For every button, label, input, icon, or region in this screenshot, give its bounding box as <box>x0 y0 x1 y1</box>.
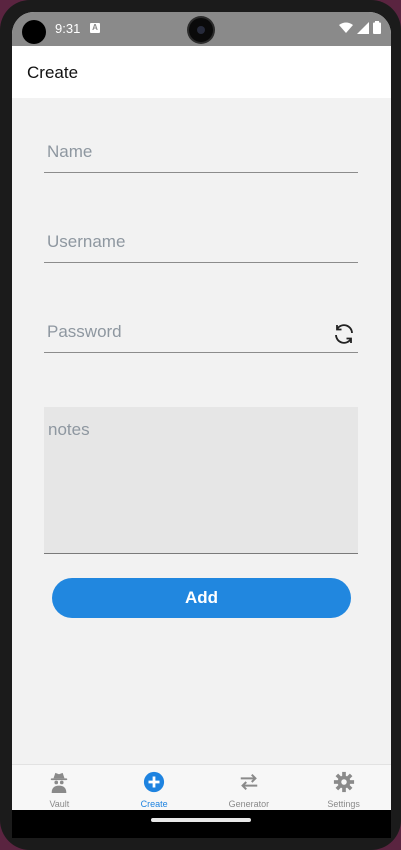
status-dot <box>22 20 46 44</box>
swap-arrows-icon <box>240 773 258 791</box>
notes-container <box>44 407 358 554</box>
tab-settings[interactable]: Settings <box>296 765 391 811</box>
gear-icon <box>333 771 354 793</box>
tab-vault[interactable]: Vault <box>12 765 107 811</box>
tab-label: Create <box>140 799 168 809</box>
bottom-tab-bar: Vault Create Generator Settings <box>12 764 391 811</box>
tab-label: Settings <box>327 799 360 809</box>
plus-circle-icon <box>144 771 165 793</box>
username-input[interactable] <box>44 222 358 262</box>
status-bar: 9:31 A <box>12 12 391 46</box>
screen: 9:31 A Create Name Username Password not… <box>12 12 391 838</box>
device-frame: 9:31 A Create Name Username Password not… <box>0 0 401 850</box>
front-camera <box>189 18 213 42</box>
spy-icon <box>51 772 68 793</box>
app-bar: Create <box>12 46 391 98</box>
tab-create[interactable]: Create <box>107 765 202 811</box>
wifi-icon <box>339 22 353 33</box>
page-title: Create <box>27 63 79 82</box>
tab-label: Generator <box>228 799 270 809</box>
notes-textarea[interactable] <box>44 407 358 553</box>
name-input[interactable] <box>44 132 358 172</box>
home-indicator[interactable] <box>151 818 251 822</box>
battery-icon <box>373 21 381 34</box>
name-field-container <box>44 132 358 173</box>
add-button[interactable]: Add <box>52 578 351 618</box>
tab-label: Vault <box>49 799 70 809</box>
system-nav-bar <box>12 810 391 838</box>
status-time: 9:31 <box>55 21 81 36</box>
refresh-icon[interactable] <box>332 322 356 346</box>
notification-icon: A <box>90 23 100 33</box>
signal-icon <box>357 21 369 34</box>
status-icons <box>339 21 381 34</box>
password-field-container <box>44 312 358 353</box>
tab-generator[interactable]: Generator <box>202 765 297 811</box>
password-input[interactable] <box>44 312 358 352</box>
username-field-container <box>44 222 358 263</box>
